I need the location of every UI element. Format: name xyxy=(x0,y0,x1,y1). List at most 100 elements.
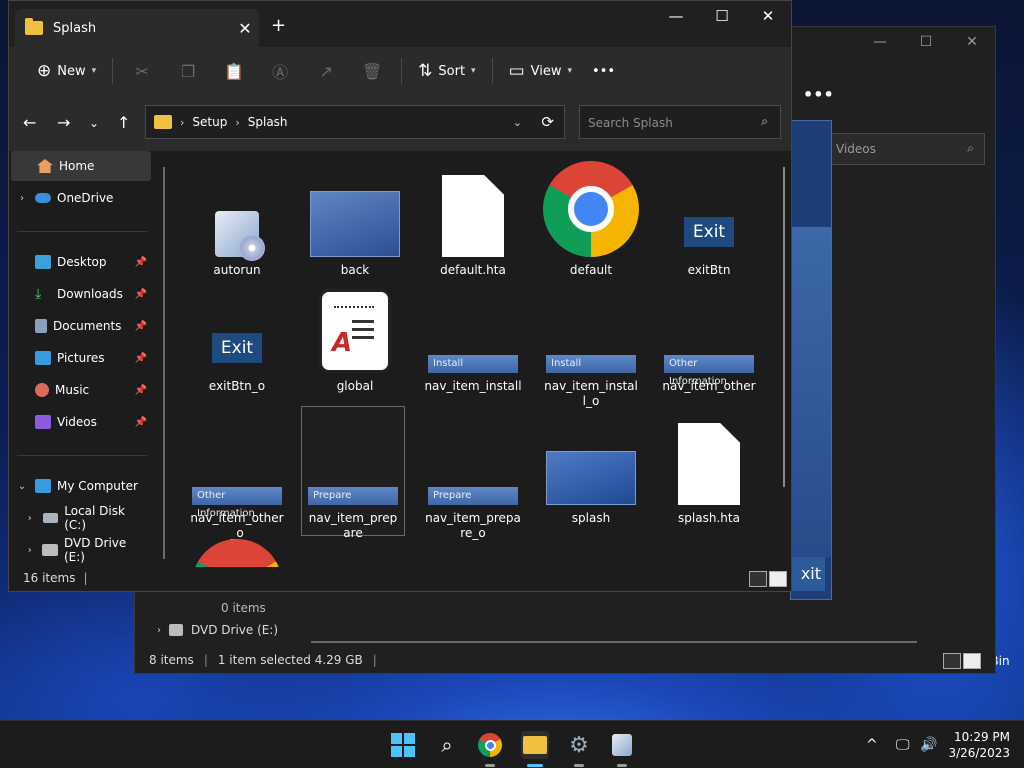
paste-icon[interactable]: 📋 xyxy=(211,62,257,81)
sidebar-item-desktop[interactable]: Desktop 📌 xyxy=(9,247,149,277)
tiles-view-icon[interactable] xyxy=(769,571,787,587)
explorer-window[interactable]: Splash ✕ + — ☐ ✕ ⊕ New ▾ ✂ ❐ 📋 Ⓐ ↗ 🗑 ⇅ S… xyxy=(8,0,792,592)
file-item[interactable]: A global xyxy=(303,281,407,394)
new-tab-button[interactable]: + xyxy=(271,15,286,36)
sidebar-item-my-computer[interactable]: ⌄ My Computer xyxy=(9,471,149,501)
address-bar[interactable]: › Setup › Splash ⌄ ⟳ xyxy=(145,105,565,139)
splash-dialog-window[interactable]: xit xyxy=(789,120,832,600)
file-item[interactable]: Exit exitBtn_o xyxy=(185,297,289,394)
start-button[interactable] xyxy=(389,731,417,759)
sidebar-item-downloads[interactable]: ⤓ Downloads 📌 xyxy=(9,279,149,309)
chevron-down-icon[interactable]: ⌄ xyxy=(9,481,35,492)
pin-icon: 📌 xyxy=(134,256,147,268)
minimize-button[interactable]: — xyxy=(653,1,699,33)
forward-arrow-icon[interactable]: → xyxy=(57,113,70,132)
back-horizontal-scrollbar[interactable] xyxy=(311,641,917,643)
file-name: exitBtn xyxy=(687,263,731,277)
file-item-selected[interactable]: Prepare nav_item_prepare xyxy=(301,406,405,540)
address-dropdown-icon[interactable]: ⌄ xyxy=(513,116,522,129)
breadcrumb-setup[interactable]: Setup xyxy=(192,115,227,129)
search-icon[interactable]: ⌕ xyxy=(433,731,461,759)
search-icon: ⌕ xyxy=(761,114,768,128)
file-item[interactable]: Install nav_item_install_o xyxy=(539,297,643,409)
view-button[interactable]: ▭ View ▾ xyxy=(499,55,582,87)
network-icon[interactable]: 🖵 xyxy=(896,737,910,753)
file-item[interactable]: splash xyxy=(539,429,643,526)
taskbar-chrome[interactable] xyxy=(476,731,504,767)
dvd-drive-icon xyxy=(169,624,183,636)
chevron-right-icon[interactable]: › xyxy=(17,513,43,524)
file-item[interactable]: default xyxy=(539,159,643,278)
chevron-down-icon: ▾ xyxy=(567,66,573,76)
chevron-right-icon[interactable]: › xyxy=(17,545,42,556)
cut-icon[interactable]: ✂ xyxy=(119,62,165,81)
tiles-view-icon[interactable] xyxy=(963,653,981,669)
file-item[interactable]: Other Information nav_item_other xyxy=(657,297,761,394)
copy-icon[interactable]: ❐ xyxy=(165,62,211,81)
new-button[interactable]: ⊕ New ▾ xyxy=(27,55,106,87)
volume-icon[interactable]: 🔊 xyxy=(920,737,937,753)
file-item-partial[interactable] xyxy=(185,539,289,567)
view-icon: ▭ xyxy=(508,61,525,81)
sort-button[interactable]: ⇅ Sort ▾ xyxy=(408,55,485,87)
rename-icon[interactable]: Ⓐ xyxy=(257,59,303,83)
system-clock[interactable]: 10:29 PM 3/26/2023 xyxy=(948,729,1010,761)
back-search-input[interactable]: Videos ⌕ xyxy=(829,133,985,165)
delete-icon[interactable]: 🗑 xyxy=(349,62,395,81)
sidebar-item-pictures[interactable]: Pictures 📌 xyxy=(9,343,149,373)
file-item[interactable]: Exit exitBtn xyxy=(657,181,761,278)
sidebar-item-documents[interactable]: Documents 📌 xyxy=(9,311,149,341)
sidebar-item-music[interactable]: Music 📌 xyxy=(9,375,149,405)
splash-exit-button[interactable]: xit xyxy=(789,557,825,591)
taskbar: ⌕ ⚙ ^ 🖵 🔊 10:29 PM 3/26/2023 xyxy=(0,720,1024,768)
taskbar-settings[interactable]: ⚙ xyxy=(565,731,593,767)
folder-icon xyxy=(154,115,172,129)
back-close-button[interactable]: ✕ xyxy=(949,27,995,57)
splash-dialog-panel xyxy=(791,227,831,557)
thumb-text: Exit xyxy=(212,333,262,363)
taskbar-file-explorer[interactable] xyxy=(521,731,549,767)
clock-date: 3/26/2023 xyxy=(948,746,1010,760)
tab-splash[interactable]: Splash ✕ xyxy=(15,9,259,47)
file-item[interactable]: Install nav_item_install xyxy=(421,297,525,394)
search-input[interactable]: Search Splash ⌕ xyxy=(579,105,781,139)
tab-close-button[interactable]: ✕ xyxy=(231,19,259,38)
sidebar-item-dvd-drive[interactable]: › DVD Drive (E:) xyxy=(9,535,149,565)
file-item[interactable]: back xyxy=(303,181,407,278)
sidebar-item-videos[interactable]: Videos 📌 xyxy=(9,407,149,437)
recent-locations-icon[interactable]: ⌄ xyxy=(89,116,99,130)
back-arrow-icon[interactable]: ← xyxy=(23,113,36,132)
window-controls: — ☐ ✕ xyxy=(653,1,791,33)
file-item[interactable]: Prepare nav_item_prepare_o xyxy=(421,429,525,541)
refresh-icon[interactable]: ⟳ xyxy=(541,113,554,131)
file-item[interactable]: default.hta xyxy=(421,165,525,278)
exit-button-thumbnail: Exit xyxy=(657,181,761,257)
share-icon[interactable]: ↗ xyxy=(303,62,349,81)
details-view-icon[interactable] xyxy=(749,571,767,587)
sidebar-item-local-disk[interactable]: › Local Disk (C:) xyxy=(9,503,149,533)
sidebar-item-home[interactable]: Home xyxy=(11,151,151,181)
breadcrumb-splash[interactable]: Splash xyxy=(248,115,288,129)
chevron-up-icon[interactable]: ^ xyxy=(866,737,878,753)
sidebar-item-onedrive[interactable]: › OneDrive xyxy=(9,183,149,213)
file-item[interactable]: Other Information nav_item_other_o xyxy=(185,429,289,541)
taskbar-autorun[interactable] xyxy=(608,731,636,767)
back-more-button[interactable]: ••• xyxy=(803,85,834,104)
more-options-button[interactable]: ••• xyxy=(582,55,625,87)
pin-icon: 📌 xyxy=(134,384,147,396)
up-arrow-icon[interactable]: ↑ xyxy=(117,113,130,132)
details-view-icon[interactable] xyxy=(943,653,961,669)
exit-button-thumbnail: Exit xyxy=(185,297,289,373)
sidebar-label: Music xyxy=(55,383,90,397)
content-scrollbar[interactable] xyxy=(783,167,785,487)
back-minimize-button[interactable]: — xyxy=(857,27,903,57)
sidebar-scrollbar[interactable] xyxy=(163,167,165,559)
back-sidebar-dvd-drive[interactable]: › DVD Drive (E:) xyxy=(157,623,278,637)
chevron-right-icon[interactable]: › xyxy=(9,193,35,204)
file-item[interactable]: splash.hta xyxy=(657,413,761,526)
file-item[interactable]: autorun xyxy=(185,181,289,278)
maximize-button[interactable]: ☐ xyxy=(699,1,745,33)
back-maximize-button[interactable]: ☐ xyxy=(903,27,949,57)
dvd-drive-icon xyxy=(42,544,58,556)
close-button[interactable]: ✕ xyxy=(745,1,791,33)
